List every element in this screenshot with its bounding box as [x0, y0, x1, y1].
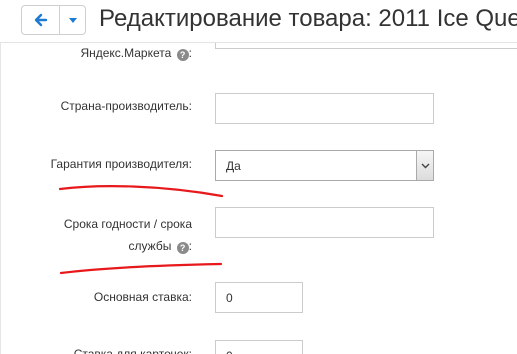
yandex-market-label-colon: :	[188, 46, 192, 60]
shelf-life-label: Срока годности / срока службы ?:	[64, 213, 192, 257]
help-icon[interactable]: ?	[176, 49, 189, 61]
base-rate-value: 0	[226, 291, 233, 305]
shelf-life-label-line1: Срока годности / срока	[63, 217, 192, 231]
shelf-life-input[interactable]	[215, 207, 434, 238]
card-rate-value: 0	[226, 349, 233, 354]
warranty-select[interactable]: Да	[215, 150, 434, 181]
red-underline-annotation	[59, 262, 223, 275]
help-icon[interactable]: ?	[176, 242, 189, 254]
page-header: Редактирование товара: 2011 Ice Queen	[0, 0, 517, 43]
back-button[interactable]	[22, 6, 60, 34]
page-title: Редактирование товара: 2011 Ice Queen	[99, 5, 517, 32]
country-label: Страна-производитель:	[60, 99, 192, 113]
yandex-market-label: Яндекс.Маркета ?:	[80, 44, 192, 63]
caret-down-icon	[68, 17, 77, 23]
select-arrow-button[interactable]	[416, 151, 433, 180]
page-left-border	[0, 42, 7, 354]
base-rate-input[interactable]: 0	[215, 282, 303, 313]
yandex-market-label-text: Яндекс.Маркета	[80, 46, 172, 60]
chevron-down-icon	[421, 163, 429, 168]
warranty-selected-value: Да	[226, 159, 241, 173]
nav-button-group	[21, 5, 86, 35]
arrow-left-icon	[34, 13, 47, 27]
product-edit-screen: Редактирование товара: 2011 Ice Queen Ян…	[0, 0, 517, 354]
red-underline-annotation	[58, 185, 224, 198]
shelf-life-label-line2: службы	[128, 239, 172, 253]
warranty-label: Гарантия производителя:	[50, 157, 192, 171]
base-rate-label: Основная ставка:	[93, 290, 192, 304]
country-input[interactable]	[215, 93, 434, 124]
shelf-life-label-line2-wrap: службы ?:	[64, 235, 192, 257]
history-dropdown-button[interactable]	[60, 6, 85, 34]
shelf-life-label-colon: :	[188, 239, 192, 253]
card-rate-input[interactable]: 0	[215, 340, 303, 354]
card-rate-label: Ставка для карточек:	[73, 347, 192, 354]
